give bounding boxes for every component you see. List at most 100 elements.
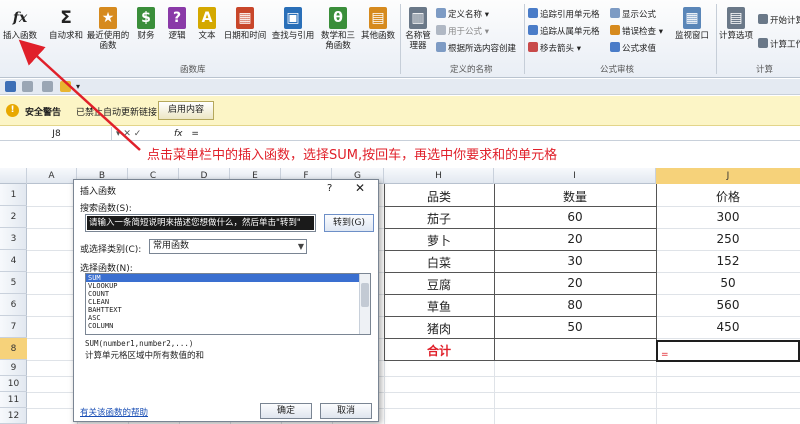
calc-sheet-button[interactable]: 计算工作表 [758,38,800,52]
table-cell[interactable]: 50 [494,320,656,334]
table-cell[interactable]: 560 [656,298,800,312]
row-header[interactable]: 3 [0,228,27,250]
column-header-selected[interactable]: J [656,168,800,184]
table-cell[interactable]: 20 [494,232,656,246]
function-help-link[interactable]: 有关该函数的帮助 [80,406,148,418]
table-cell[interactable]: 茄子 [384,210,494,227]
function-list-scrollbar[interactable] [359,274,370,334]
recent-functions-button[interactable]: ★ 最近使用的函数 [86,4,130,64]
trace-precedents-button[interactable]: 追踪引用单元格 [528,8,600,22]
logical-label: 逻辑 [168,31,186,41]
formula-fx-icon[interactable]: fx = [174,127,199,141]
table-cell[interactable]: 250 [656,232,800,246]
row-header[interactable]: 6 [0,294,27,316]
chevron-down-icon[interactable]: ▼ [298,240,304,253]
create-from-selection-button[interactable]: 根据所选内容创建 [436,42,516,56]
select-all-corner[interactable] [0,168,27,184]
redo-icon[interactable] [42,81,53,92]
security-warning-bar: ! 安全警告 已禁止自动更新链接 启用内容 [0,96,800,126]
formula-input[interactable]: = [191,129,199,139]
table-cell[interactable]: 80 [494,298,656,312]
lookup-button[interactable]: ▣ 查找与引用 [270,4,316,64]
function-list[interactable]: SUM VLOOKUP COUNT CLEAN BAHTTEXT ASC COL… [85,273,371,335]
table-border [384,272,656,273]
show-formulas-button[interactable]: 显示公式 [610,8,656,22]
row-header[interactable]: 2 [0,206,27,228]
row-header-selected[interactable]: 8 [0,338,27,360]
trace-dependents-button[interactable]: 追踪从属单元格 [528,25,600,39]
function-item[interactable]: BAHTTEXT [86,306,370,314]
function-item-selected[interactable]: SUM [86,274,370,282]
row-header[interactable]: 4 [0,250,27,272]
customize-qat-icon[interactable]: ▾ [76,81,87,92]
search-function-text[interactable]: 请输入一条简短说明来描述您想做什么，然后单击"转到" [87,216,314,230]
table-border [384,250,656,251]
cancel-button[interactable]: 取消 [320,403,372,419]
more-book-icon: ▤ [369,7,387,29]
define-name-button[interactable]: 定义名称 ▾ [436,8,489,22]
scrollbar-thumb[interactable] [361,283,369,307]
row-header[interactable]: 11 [0,392,27,408]
function-item[interactable]: VLOOKUP [86,282,370,290]
row-header[interactable]: 12 [0,408,27,424]
row-header[interactable]: 5 [0,272,27,294]
goto-button[interactable]: 转到(G) [324,214,374,232]
table-cell[interactable]: 152 [656,254,800,268]
column-header[interactable]: I [494,168,656,184]
ok-button[interactable]: 确定 [260,403,312,419]
function-item[interactable]: COLUMN [86,322,370,330]
help-icon[interactable]: ? [327,183,332,194]
table-header-quantity[interactable]: 数量 [494,188,656,205]
table-cell[interactable]: 草鱼 [384,298,494,315]
function-item[interactable]: CLEAN [86,298,370,306]
more-functions-button[interactable]: ▤ 其他函数 [358,4,398,64]
table-header-price[interactable]: 价格 [656,188,800,205]
table-cell[interactable]: 20 [494,276,656,290]
watch-window-label: 监视窗口 [674,31,709,41]
row-header[interactable]: 7 [0,316,27,338]
table-cell[interactable]: 300 [656,210,800,224]
datetime-button[interactable]: ▦ 日期和时间 [222,4,268,64]
name-manager-button[interactable]: ▥ 名称管理器 [402,4,434,64]
column-header[interactable]: H [384,168,494,184]
formula-bar-controls[interactable]: ▾ ✕ ✓ [116,127,141,141]
enable-content-button[interactable]: 启用内容 [158,101,214,120]
function-item[interactable]: ASC [86,314,370,322]
autosum-button[interactable]: Σ 自动求和 [46,4,86,64]
active-cell-j8[interactable] [656,340,800,362]
row-header[interactable]: 10 [0,376,27,392]
table-header-category[interactable]: 品类 [384,188,494,205]
category-select[interactable]: 常用函数 ▼ [149,239,307,254]
table-cell[interactable]: 50 [656,276,800,290]
function-item[interactable]: COUNT [86,290,370,298]
text-button[interactable]: A 文本 [192,4,222,64]
logical-button[interactable]: ? 逻辑 [162,4,192,64]
use-in-formula-button[interactable]: 用于公式 ▾ [436,25,489,39]
folder-icon[interactable] [60,81,71,92]
table-cell[interactable]: 萝卜 [384,232,494,249]
save-icon[interactable] [5,81,16,92]
close-icon[interactable]: ✕ [355,181,365,195]
undo-icon[interactable] [22,81,33,92]
table-cell[interactable]: 60 [494,210,656,224]
table-cell[interactable]: 450 [656,320,800,334]
row-header[interactable]: 1 [0,184,27,206]
row-header[interactable]: 9 [0,360,27,376]
financial-button[interactable]: $ 财务 [131,4,161,64]
math-trig-button[interactable]: θ 数学和三角函数 [318,4,358,64]
remove-arrows-button[interactable]: 移去箭头 ▾ [528,42,581,56]
watch-window-button[interactable]: ▦ 监视窗口 [670,4,714,64]
table-cell[interactable]: 猪肉 [384,320,494,337]
table-cell[interactable]: 30 [494,254,656,268]
table-cell[interactable]: 白菜 [384,254,494,271]
insert-function-button[interactable]: fx 插入函数 [0,4,40,64]
total-label-cell[interactable]: 合计 [384,342,494,359]
calc-options-button[interactable]: ▤ 计算选项 [716,4,756,64]
column-header[interactable]: A [27,168,77,184]
calc-now-button[interactable]: 开始计算 [758,14,800,28]
evaluate-formula-button[interactable]: 公式求值 [610,42,656,56]
category-label: 或选择类别(C): [80,245,142,255]
table-cell[interactable]: 豆腐 [384,276,494,293]
error-check-button[interactable]: 错误检查 ▾ [610,25,663,39]
name-box[interactable]: J8 [2,127,112,141]
